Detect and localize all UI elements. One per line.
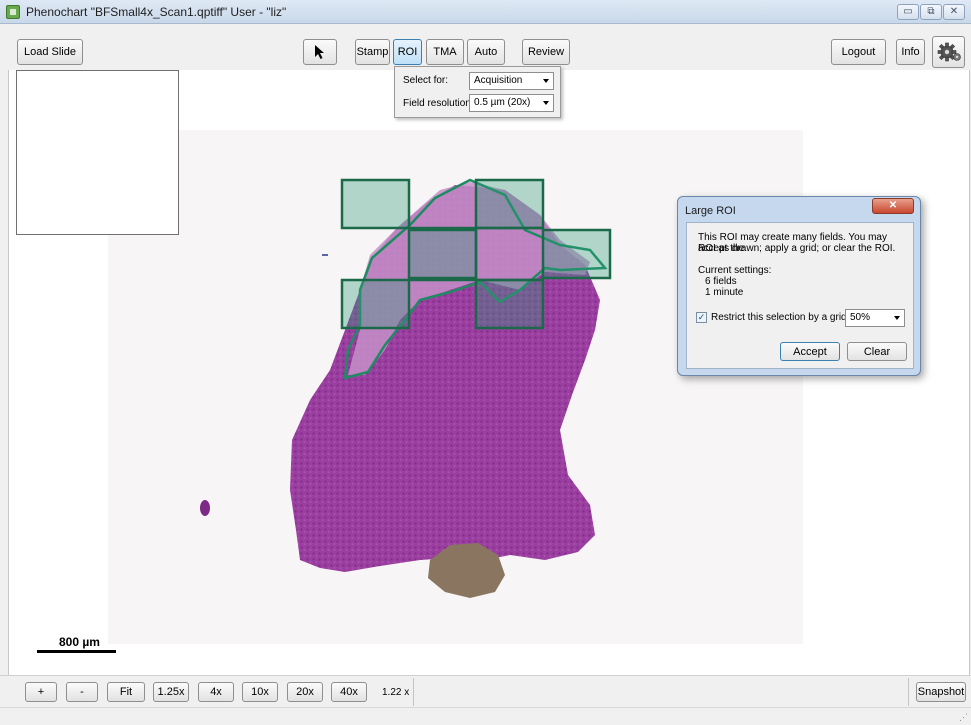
debris-mark (322, 254, 328, 256)
zoom-40x-button[interactable]: 40x (331, 682, 367, 702)
select-for-dropdown[interactable]: Acquisition (469, 72, 554, 90)
roi-field[interactable] (340, 178, 411, 230)
grid-size-dropdown[interactable]: 50% (845, 309, 905, 327)
zoom-in-button[interactable]: + (25, 682, 57, 702)
chevron-down-icon (543, 101, 549, 105)
dialog-message-line2: ROI as drawn; apply a grid; or clear the… (698, 243, 896, 254)
roi-field[interactable] (474, 278, 545, 330)
status-bar: ⋰ (0, 707, 971, 725)
overview-thumbnail[interactable] (16, 70, 179, 235)
roi-field[interactable] (541, 228, 612, 280)
resize-grip-icon[interactable]: ⋰ (959, 712, 968, 723)
dialog-title: Large ROI (685, 205, 736, 217)
scale-bar (37, 650, 116, 653)
snapshot-button[interactable]: Snapshot (916, 682, 966, 702)
time-estimate-text: 1 minute (705, 287, 744, 298)
zoom-1-25x-button[interactable]: 1.25x (153, 682, 189, 702)
current-settings-heading: Current settings: (698, 265, 772, 276)
scale-bar-label: 800 µm (59, 635, 100, 649)
select-for-value: Acquisition (474, 75, 523, 86)
toolbar-divider (908, 678, 909, 706)
field-resolution-dropdown[interactable]: 0.5 µm (20x) (469, 94, 554, 112)
zoom-10x-button[interactable]: 10x (242, 682, 278, 702)
roi-options-panel: Select for: Acquisition Field resolution… (394, 66, 561, 118)
accept-button[interactable]: Accept (780, 342, 840, 361)
dialog-close-button[interactable]: ✕ (872, 198, 914, 214)
toolbar-divider (413, 678, 414, 706)
tissue-fragment (200, 500, 210, 516)
zoom-4x-button[interactable]: 4x (198, 682, 234, 702)
field-resolution-label: Field resolution: (403, 98, 474, 109)
zoom-out-button[interactable]: - (66, 682, 98, 702)
chevron-down-icon (894, 316, 900, 320)
restrict-grid-label: Restrict this selection by a grid of (711, 312, 858, 323)
restrict-grid-checkbox[interactable]: ✓ (696, 312, 707, 323)
large-roi-dialog: Large ROI ✕ This ROI may create many fie… (677, 196, 921, 376)
select-for-label: Select for: (403, 75, 449, 86)
chevron-down-icon (543, 79, 549, 83)
field-resolution-value: 0.5 µm (20x) (474, 97, 531, 108)
zoom-20x-button[interactable]: 20x (287, 682, 323, 702)
grid-size-value: 50% (850, 312, 871, 323)
roi-field[interactable] (474, 178, 545, 230)
roi-field[interactable] (407, 228, 478, 280)
dialog-body: This ROI may create many fields. You may… (686, 222, 914, 369)
clear-button[interactable]: Clear (847, 342, 907, 361)
fields-count-text: 6 fields (705, 276, 737, 287)
roi-field[interactable] (340, 278, 411, 330)
zoom-toolbar: + - Fit 1.25x 4x 10x 20x 40x 1.22 x Snap… (0, 675, 971, 707)
zoom-level-readout: 1.22 x (382, 687, 410, 698)
zoom-fit-button[interactable]: Fit (107, 682, 145, 702)
